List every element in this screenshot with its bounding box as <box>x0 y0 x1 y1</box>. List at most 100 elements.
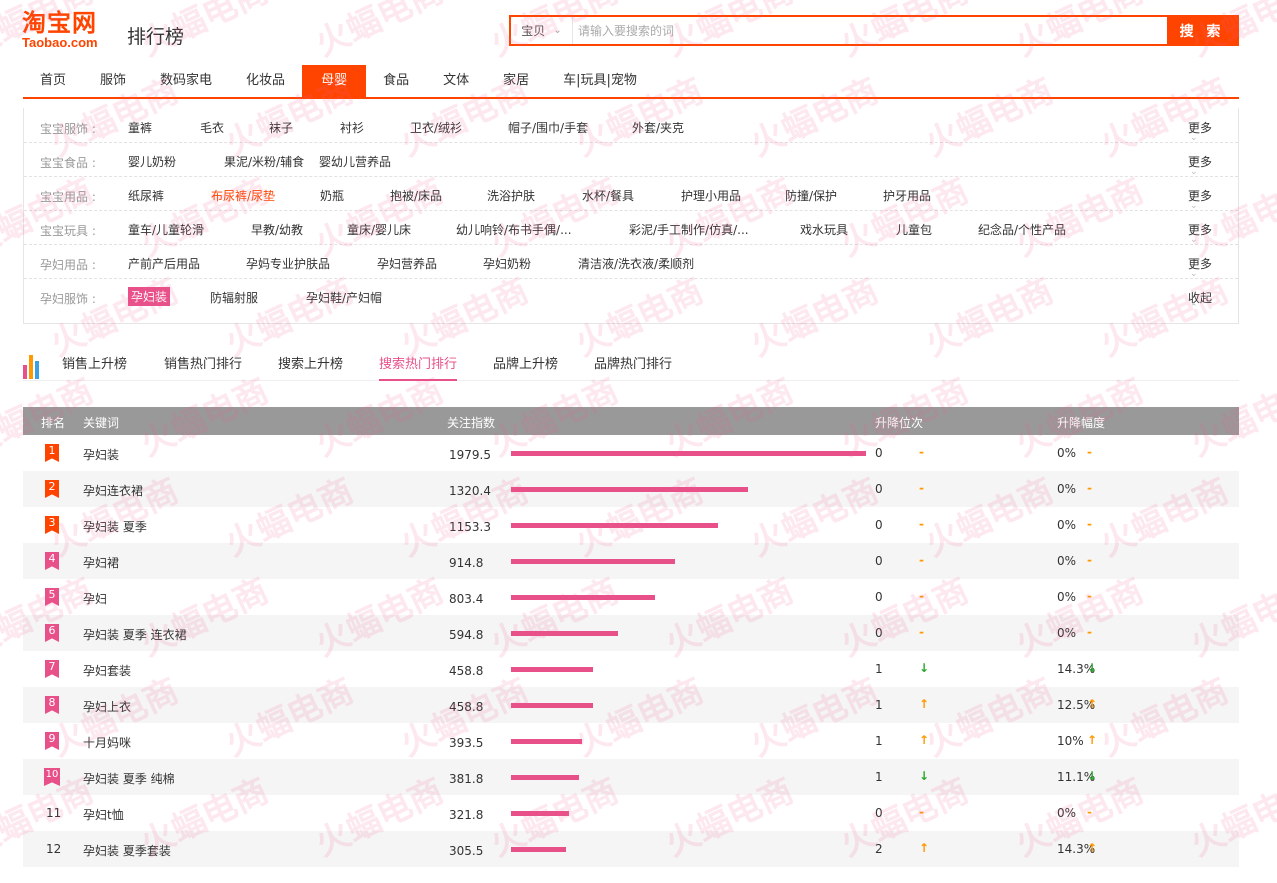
nav-item[interactable]: 文体 <box>426 65 486 97</box>
category-link[interactable]: 果泥/米粉/辅食 <box>224 153 304 170</box>
tab[interactable]: 搜索热门排行 <box>379 353 458 381</box>
category-link[interactable]: 纸尿裤 <box>128 187 164 204</box>
tab[interactable]: 搜索上升榜 <box>278 353 343 381</box>
rank-change: 1 <box>875 698 883 712</box>
category-link[interactable]: 清洁液/洗衣液/柔顺剂 <box>578 255 694 272</box>
category-link[interactable]: 卫衣/绒衫 <box>410 119 462 136</box>
search-scope-select[interactable]: 宝贝 ⌄ <box>511 17 573 44</box>
tab[interactable]: 销售热门排行 <box>164 353 242 381</box>
search-button[interactable]: 搜 索 <box>1167 17 1237 44</box>
category-link[interactable]: 抱被/床品 <box>390 187 442 204</box>
category-link[interactable]: 水杯/餐具 <box>582 187 634 204</box>
watermark-text: 火蝠电商 <box>1269 70 1277 165</box>
table-row[interactable]: 3 孕妇装 夏季 1153.3 0-0% - <box>23 507 1239 543</box>
category-link[interactable]: 孕妇装 <box>128 287 171 306</box>
nav-item[interactable]: 母婴 <box>302 65 367 97</box>
category-link[interactable]: 孕妇奶粉 <box>483 255 531 272</box>
keyword-link[interactable]: 孕妇装 夏季套装 <box>83 842 171 859</box>
keyword-link[interactable]: 孕妇装 夏季 纯棉 <box>83 770 175 787</box>
attention-index: 381.8 <box>449 772 484 786</box>
rank-change: 1 <box>875 734 883 748</box>
category-link[interactable]: 幼儿响铃/布书手偶/... <box>456 221 572 238</box>
category-link[interactable]: 防撞/保护 <box>785 187 837 204</box>
attention-bar <box>511 667 593 672</box>
category-link[interactable]: 童裤 <box>128 119 152 136</box>
category-link[interactable]: 帽子/围巾/手套 <box>508 119 588 136</box>
rank-change: 1 <box>875 770 883 784</box>
arrow-up-icon: ↑ <box>1087 697 1098 711</box>
keyword-link[interactable]: 孕妇装 <box>83 446 119 463</box>
table-row[interactable]: 5 孕妇 803.4 0-0% - <box>23 579 1239 615</box>
category-link[interactable]: 布尿裤/尿垫 <box>211 187 275 204</box>
category-link[interactable]: 孕妇鞋/产妇帽 <box>306 289 382 306</box>
keyword-link[interactable]: 孕妇套装 <box>83 662 131 679</box>
change-percent: 0% <box>1057 446 1077 460</box>
change-percent: 10% <box>1057 734 1084 748</box>
keyword-link[interactable]: 孕妇 <box>83 590 107 607</box>
nav-item[interactable]: 化妆品 <box>229 65 302 97</box>
nav-item[interactable]: 车|玩具|宠物 <box>546 65 654 97</box>
table-row[interactable]: 4 孕妇裙 914.8 0-0% - <box>23 543 1239 579</box>
category-link[interactable]: 婴儿奶粉 <box>128 153 176 170</box>
category-link[interactable]: 毛衣 <box>200 119 224 136</box>
category-link[interactable]: 洗浴护肤 <box>487 187 535 204</box>
category-link[interactable]: 护理小用品 <box>681 187 741 204</box>
tab[interactable]: 品牌上升榜 <box>493 353 558 381</box>
watermark-text: 火蝠电商 <box>1269 470 1277 565</box>
arrow-down-icon: ↓ <box>1087 661 1098 675</box>
keyword-link[interactable]: 孕妇t恤 <box>83 806 124 823</box>
category-link[interactable]: 婴幼儿营养品 <box>319 153 391 170</box>
keyword-link[interactable]: 十月妈咪 <box>83 734 131 751</box>
table-row[interactable]: 9 十月妈咪 393.5 1 ↑ 10% ↑ <box>23 723 1239 759</box>
nav-item[interactable]: 首页 <box>23 65 83 97</box>
table-row[interactable]: 6 孕妇装 夏季 连衣裙 594.8 0-0% - <box>23 615 1239 651</box>
category-link[interactable]: 早教/幼教 <box>251 221 303 238</box>
rank-number: 12 <box>46 842 62 856</box>
attention-bar <box>511 559 675 564</box>
category-link[interactable]: 奶瓶 <box>320 187 344 204</box>
tab[interactable]: 销售上升榜 <box>62 353 127 381</box>
keyword-link[interactable]: 孕妇装 夏季 连衣裙 <box>83 626 187 643</box>
category-link[interactable]: 护牙用品 <box>883 187 931 204</box>
category-link[interactable]: 外套/夹克 <box>632 119 684 136</box>
keyword-link[interactable]: 孕妇裙 <box>83 554 119 571</box>
keyword-link[interactable]: 孕妇上衣 <box>83 698 131 715</box>
nav-item[interactable]: 数码家电 <box>143 65 229 97</box>
search-input[interactable] <box>573 17 1167 44</box>
category-link[interactable]: 防辐射服 <box>210 289 258 306</box>
table-row[interactable]: 12 孕妇装 夏季套装 305.5 2 ↑ 14.3% ↑ <box>23 831 1239 867</box>
tab[interactable]: 品牌热门排行 <box>594 353 672 381</box>
arrow-down-icon: ↓ <box>1087 769 1098 783</box>
taobao-logo[interactable]: 淘宝网 Taobao.com <box>22 10 122 54</box>
category-link[interactable]: 衬衫 <box>340 119 364 136</box>
dash-icon: - <box>919 589 924 603</box>
table-row[interactable]: 2 孕妇连衣裙 1320.4 0-0% - <box>23 471 1239 507</box>
attention-index: 393.5 <box>449 736 484 750</box>
nav-item[interactable]: 服饰 <box>83 65 143 97</box>
change-percent: 0% <box>1057 518 1077 532</box>
keyword-link[interactable]: 孕妇连衣裙 <box>83 482 143 499</box>
table-row[interactable]: 10 孕妇装 夏季 纯棉 381.8 1 ↓ 11.1% ↓ <box>23 759 1239 795</box>
category-link[interactable]: 孕妇营养品 <box>377 255 437 272</box>
keyword-link[interactable]: 孕妇装 夏季 <box>83 518 147 535</box>
category-link[interactable]: 产前产后用品 <box>128 255 200 272</box>
table-row[interactable]: 1 孕妇装 1979.5 0-0% - <box>23 435 1239 471</box>
rank-badge: 1 <box>45 444 59 462</box>
category-link[interactable]: 袜子 <box>269 119 293 136</box>
category-link[interactable]: 童床/婴儿床 <box>347 221 411 238</box>
nav-item[interactable]: 家居 <box>486 65 546 97</box>
table-row[interactable]: 8 孕妇上衣 458.8 1 ↑ 12.5% ↑ <box>23 687 1239 723</box>
table-row[interactable]: 7 孕妇套装 458.8 1 ↓ 14.3% ↓ <box>23 651 1239 687</box>
nav-item[interactable]: 食品 <box>366 65 426 97</box>
category-label: 宝宝玩具 : <box>40 224 96 238</box>
rank-badge: 8 <box>45 696 59 714</box>
category-link[interactable]: 纪念品/个性产品 <box>978 221 1066 238</box>
table-row[interactable]: 11 孕妇t恤 321.8 0-0% - <box>23 795 1239 831</box>
category-link[interactable]: 戏水玩具 <box>800 221 848 238</box>
category-link[interactable]: 童车/儿童轮滑 <box>128 221 204 238</box>
category-link[interactable]: 儿童包 <box>896 221 932 238</box>
change-percent: 0% <box>1057 554 1077 568</box>
attention-bar <box>511 847 566 852</box>
category-link[interactable]: 孕妈专业护肤品 <box>246 255 330 272</box>
category-link[interactable]: 彩泥/手工制作/仿真/... <box>629 221 749 238</box>
